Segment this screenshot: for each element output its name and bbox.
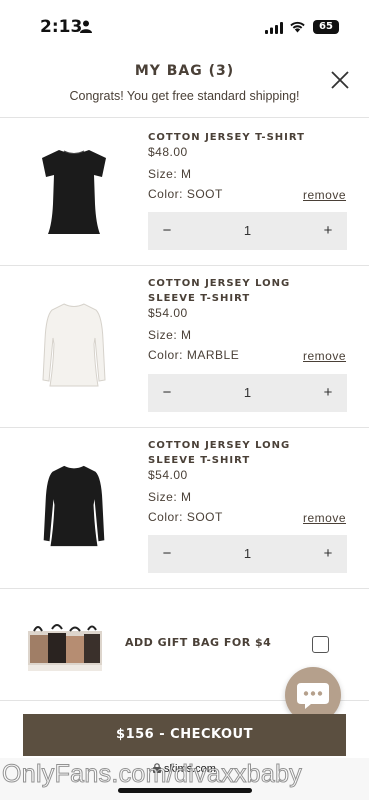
decrease-quantity-button[interactable]: − [148,374,186,412]
remove-link[interactable]: remove [303,188,346,202]
item-price: $54.00 [148,468,188,482]
increase-quantity-button[interactable]: + [309,374,347,412]
watermark-text: OnlyFans.com/divaxxbaby [1,760,303,789]
remove-link[interactable]: remove [303,349,346,363]
free-shipping-message: Congrats! You get free standard shipping… [69,89,300,103]
product-image-tshirt [42,150,106,234]
item-color: Color: MARBLE [148,348,240,362]
quantity-stepper: − 1 + [148,374,347,412]
quantity-stepper: − 1 + [148,212,347,250]
item-size: Size: M [148,328,192,342]
checkout-button[interactable]: $156 - CHECKOUT [23,714,346,756]
quantity-stepper: − 1 + [148,535,347,573]
quantity-value: 1 [243,385,252,400]
page-title: MY BAG (3) [134,63,235,79]
item-price: $48.00 [148,145,188,159]
product-image-long-sleeve [42,303,106,387]
item-name: COTTON JERSEY T-SHIRT [148,132,305,143]
item-color: Color: SOOT [148,510,223,524]
remove-link[interactable]: remove [303,511,346,525]
item-size: Size: M [148,167,192,181]
item-name: COTTON JERSEY LONG SLEEVE T-SHIRT [148,278,291,304]
cellular-signal-icon [265,22,283,34]
item-size: Size: M [148,490,192,504]
close-icon[interactable] [328,68,352,92]
cart-item: COTTON JERSEY LONG SLEEVE T-SHIRT $54.00… [0,428,369,589]
wifi-icon [290,21,305,33]
decrease-quantity-button[interactable]: − [148,535,186,573]
increase-quantity-button[interactable]: + [309,212,347,250]
gift-bag-label: ADD GIFT BAG FOR $4 [125,636,272,649]
bag-header: MY BAG (3) Congrats! You get free standa… [0,56,369,118]
status-bar: 2:13 65 [0,0,369,56]
quantity-value: 1 [243,546,252,561]
battery-indicator: 65 [313,20,339,34]
product-image-long-sleeve [43,465,105,547]
status-time: 2:13 [40,17,83,37]
increase-quantity-button[interactable]: + [309,535,347,573]
person-icon [80,20,92,33]
item-color: Color: SOOT [148,187,223,201]
item-name: COTTON JERSEY LONG SLEEVE T-SHIRT [148,440,291,466]
item-price: $54.00 [148,306,188,320]
cart-item: COTTON JERSEY LONG SLEEVE T-SHIRT $54.00… [0,266,369,428]
quantity-value: 1 [243,223,252,238]
gift-bag-checkbox[interactable] [312,636,329,653]
gift-bag-image [28,624,102,671]
decrease-quantity-button[interactable]: − [148,212,186,250]
cart-item: COTTON JERSEY T-SHIRT $48.00 Size: M Col… [0,118,369,266]
